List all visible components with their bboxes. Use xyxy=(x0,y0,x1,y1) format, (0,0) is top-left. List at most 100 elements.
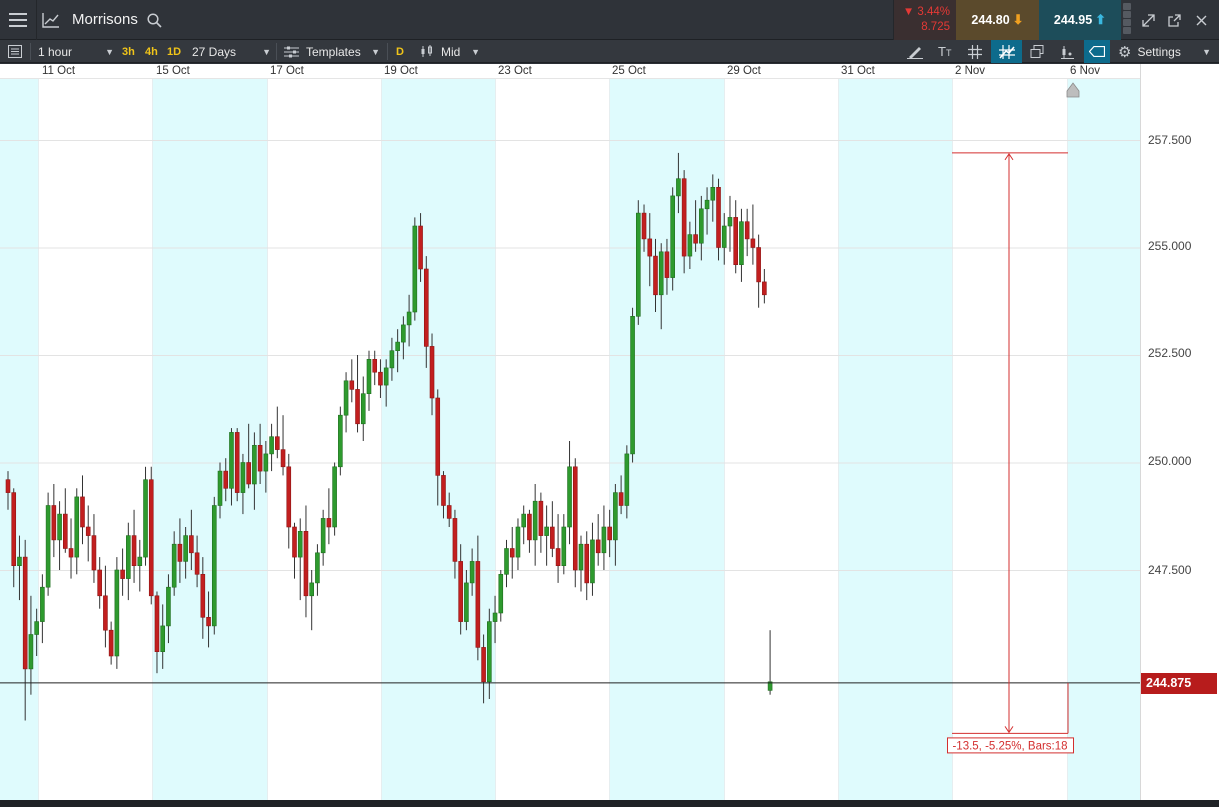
bottom-scrollbar[interactable] xyxy=(0,800,1219,807)
candle-down xyxy=(257,444,263,472)
candlestick-chart[interactable]: -13.5, -5.25%, Bars:18 xyxy=(0,79,1140,800)
candle-down xyxy=(85,526,91,536)
candle-down xyxy=(206,616,211,627)
popout-button[interactable] xyxy=(1162,0,1186,40)
candle-up xyxy=(320,518,326,554)
candle-up xyxy=(126,535,131,579)
price-type-dropdown[interactable]: Mid ▼ xyxy=(420,40,482,63)
layers-button[interactable] xyxy=(1030,40,1044,63)
candle-up xyxy=(704,199,710,210)
search-button[interactable] xyxy=(143,0,165,40)
candle-up xyxy=(578,543,584,571)
d-button[interactable]: D xyxy=(396,40,404,63)
caret-down-icon: ▼ xyxy=(1202,46,1211,57)
candle-up xyxy=(309,582,314,597)
chart-plot-area[interactable]: -13.5, -5.25%, Bars:18 xyxy=(0,79,1140,800)
draw-tool-button[interactable] xyxy=(907,40,923,63)
date-label: 31 Oct xyxy=(841,65,875,77)
candle-down xyxy=(120,569,125,579)
list-button[interactable] xyxy=(8,40,22,63)
change-absolute: 8.725 xyxy=(921,21,950,33)
candle-up xyxy=(492,612,498,622)
interval-3h-button[interactable]: 3h xyxy=(122,40,135,63)
candle-down xyxy=(108,629,114,657)
candle-up xyxy=(630,316,635,455)
candle-up xyxy=(28,634,34,670)
candle-down xyxy=(22,556,28,670)
candle-down xyxy=(435,397,441,476)
price-change-box: ▼ 3.44% 8.725 xyxy=(893,0,956,40)
candle-down xyxy=(756,247,761,283)
layers-icon xyxy=(1030,45,1044,58)
chart-window: Morrisons ▼ 3.44% 8.725 244.80 ⬇ 244.95 … xyxy=(0,0,1219,807)
candle-up xyxy=(17,556,22,567)
templates-icon xyxy=(284,46,299,57)
interval-dropdown[interactable]: 1 hour ▼ xyxy=(38,40,116,63)
price-type-value: Mid xyxy=(441,44,461,59)
candle-up xyxy=(504,548,509,575)
candle-down xyxy=(223,470,229,489)
expand-button[interactable] xyxy=(1136,0,1160,40)
interval-1d-button[interactable]: 1D xyxy=(167,40,181,63)
sell-button[interactable]: 244.80 ⬇ xyxy=(956,0,1039,40)
candle-up xyxy=(613,492,618,541)
candle-down xyxy=(418,225,423,270)
candle-down xyxy=(607,526,612,541)
interval-4h-label: 4h xyxy=(145,45,158,58)
candle-down xyxy=(429,346,435,399)
templates-dropdown[interactable]: Templates ▼ xyxy=(284,40,382,63)
candle-down xyxy=(91,535,97,571)
candle-up xyxy=(211,505,217,627)
close-button[interactable] xyxy=(1189,0,1213,40)
candle-down xyxy=(641,212,647,240)
candle-down xyxy=(303,530,309,597)
order-ticket-handle[interactable] xyxy=(1121,2,1133,38)
settings-dropdown[interactable]: ⚙ Settings ▼ xyxy=(1118,40,1214,63)
candle-up xyxy=(252,444,257,485)
price-axis[interactable]: 257.500 255.000 252.500 250.000 247.500 … xyxy=(1140,64,1219,800)
caret-down-icon: ▼ xyxy=(105,46,114,57)
candle-up xyxy=(601,526,607,554)
candle-up xyxy=(395,341,400,352)
date-label: 19 Oct xyxy=(384,65,418,77)
text-icon: TT xyxy=(938,44,952,59)
measure-label: -13.5, -5.25%, Bars:18 xyxy=(952,740,1067,752)
candle-down xyxy=(527,513,532,541)
menu-button[interactable] xyxy=(0,0,37,40)
interval-4h-button[interactable]: 4h xyxy=(145,40,158,63)
grid-button[interactable] xyxy=(968,40,982,63)
indicators-button[interactable] xyxy=(991,40,1022,63)
range-dropdown[interactable]: 27 Days ▼ xyxy=(192,40,272,63)
separator xyxy=(387,43,388,60)
candle-up xyxy=(469,561,475,584)
candle-up xyxy=(676,178,681,197)
date-label: 6 Nov xyxy=(1070,65,1101,77)
candle-down xyxy=(372,358,378,373)
candle-down xyxy=(653,255,658,296)
candle-down xyxy=(103,595,108,631)
price-tag-button[interactable] xyxy=(1084,40,1110,63)
candle-down xyxy=(693,234,698,244)
candle-up xyxy=(143,479,148,558)
buy-button[interactable]: 244.95 ⬆ xyxy=(1039,0,1121,40)
chart-line-icon xyxy=(42,13,59,28)
bar-chart-button[interactable] xyxy=(1060,40,1074,63)
bar-chart-icon xyxy=(1061,45,1074,59)
chart-type-button[interactable] xyxy=(37,0,65,40)
candle-down xyxy=(292,526,297,558)
candle-up xyxy=(343,380,349,416)
instrument-name[interactable]: Morrisons xyxy=(72,11,138,28)
list-icon xyxy=(8,45,22,58)
candle-up xyxy=(166,586,171,627)
candle-up xyxy=(699,208,704,244)
price-tick: 247.500 xyxy=(1148,563,1192,577)
text-tool-button[interactable]: TT xyxy=(938,40,951,63)
candle-up xyxy=(561,526,567,567)
candle-up xyxy=(721,225,727,248)
candle-up xyxy=(487,621,492,683)
candle-up xyxy=(137,556,143,567)
candle-up xyxy=(670,195,675,278)
candle-down xyxy=(584,543,590,584)
candles-icon xyxy=(421,45,432,57)
grid-icon xyxy=(968,44,982,59)
